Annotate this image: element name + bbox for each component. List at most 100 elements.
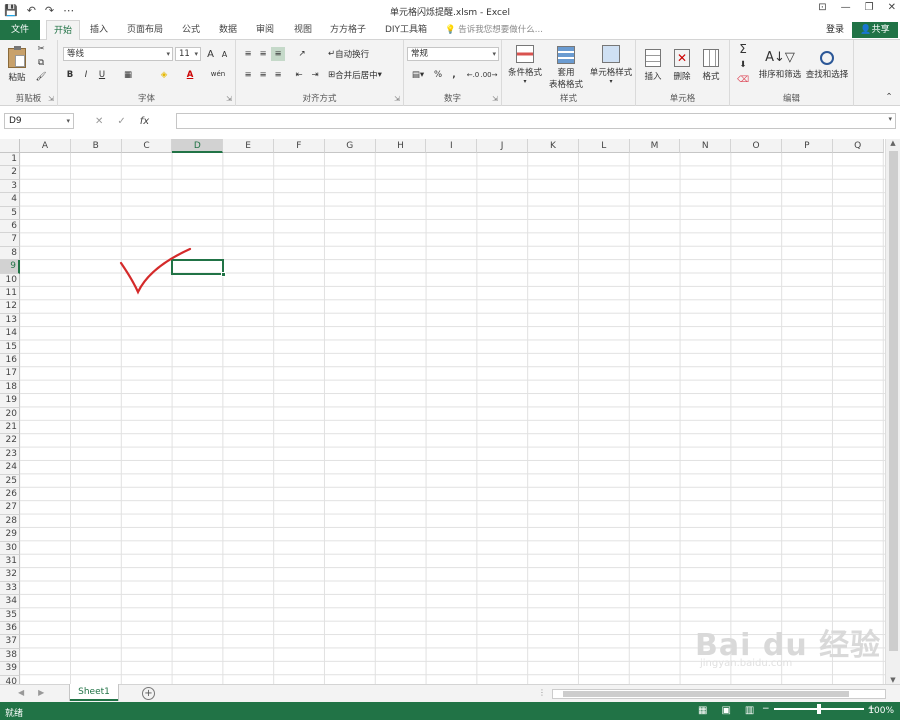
group-styles: 条件格式 ▾ 套用 表格格式 单元格样式 ▾ 样式 [502,40,636,106]
sign-in-link[interactable]: 登录 [826,20,844,40]
tab-home[interactable]: 开始 [46,20,80,41]
tab-review[interactable]: 审阅 [250,20,280,40]
zoom-percent[interactable]: 100% [868,706,894,716]
check-mark-drawing [119,247,192,295]
clipboard-icon [8,45,26,68]
tab-data[interactable]: 数据 [213,20,243,40]
phonetic-guide-button[interactable]: wén [208,66,228,82]
watermark-url: jingyan.baidu.com [700,658,793,669]
fill-color-icon[interactable]: ◈ [154,68,174,82]
share-button[interactable]: 👤共享 [852,22,898,38]
dialog-launcher-icon[interactable]: ⇲ [226,95,232,103]
tab-fangfang[interactable]: 方方格子 [325,20,371,40]
decrease-decimal-icon[interactable]: .00→ [481,68,498,82]
group-label-font: 字体 [137,94,155,104]
percent-button[interactable]: % [431,68,445,82]
sheet-tab[interactable]: Sheet1 [70,684,118,701]
top-align-icon[interactable]: ≡ [241,47,255,61]
comma-button[interactable]: , [447,68,461,82]
add-sheet-icon[interactable]: + [142,687,155,700]
page-break-view-icon[interactable]: ▥ [745,705,754,716]
cell-styles-button[interactable]: 单元格样式 ▾ [588,43,634,87]
decrease-indent-icon[interactable]: ⇤ [292,68,306,82]
delete-cells-button[interactable]: ✕ 删除 [668,43,696,87]
dialog-launcher-icon[interactable]: ⇲ [48,95,54,103]
normal-view-icon[interactable]: ▦ [698,705,707,716]
wrap-text-button[interactable]: ↵ 自动换行 [328,46,398,62]
font-name-select[interactable]: 等线 ▾ [63,47,173,61]
align-center-icon[interactable]: ≡ [256,68,270,82]
group-label-styles: 样式 [559,94,577,104]
clear-icon[interactable]: ⌫ [734,73,752,87]
tell-me-box[interactable]: 💡 告诉我您想要做什么... [445,20,543,40]
tab-diy-toolbox[interactable]: DIY工具箱 [381,20,431,40]
align-right-icon[interactable]: ≡ [271,68,285,82]
dialog-launcher-icon[interactable]: ⇲ [492,95,498,103]
vertical-scrollbar[interactable]: ▲ ▼ [885,139,900,684]
cell-styles-icon [602,45,620,63]
page-layout-view-icon[interactable]: ▣ [721,705,730,716]
enter-icon[interactable]: ✓ [117,116,125,127]
group-font: 等线 ▾ 11 ▾ A A B I U ▦ ◈ A wén 字体 ⇲ [58,40,236,106]
autosum-button[interactable]: Σ [734,42,752,56]
fill-icon[interactable]: ⬇ [734,58,752,72]
format-cells-button[interactable]: 格式 [697,43,725,87]
hscroll-thumb[interactable] [563,691,849,697]
lightbulb-icon: 💡 [445,25,459,35]
merge-center-button[interactable]: ⊞ 合并后居中 ▾ [328,67,398,83]
insert-cells-button[interactable]: 插入 [639,43,667,87]
tab-insert[interactable]: 插入 [84,20,114,40]
border-icon[interactable]: ▦ [118,68,138,82]
format-as-table-button[interactable]: 套用 表格格式 [546,43,586,93]
tab-file[interactable]: 文件 [0,20,40,40]
bold-button[interactable]: B [64,68,76,82]
minimize-icon[interactable]: — [841,2,851,13]
scroll-up-icon[interactable]: ▲ [886,139,900,147]
tab-formulas[interactable]: 公式 [176,20,206,40]
ribbon-display-options-icon[interactable]: ⊡ [818,2,826,13]
name-box[interactable]: D9 ▾ [4,113,74,129]
formula-input[interactable]: ▾ [176,113,896,129]
increase-decimal-icon[interactable]: ←.0 [466,68,480,82]
zoom-knob[interactable] [816,704,821,714]
find-select-button[interactable]: 查找和选择 [804,43,850,87]
currency-icon[interactable]: ▤▾ [407,68,429,82]
sort-filter-button[interactable]: A↓▽ 排序和筛选 [758,43,802,87]
restore-icon[interactable]: ❐ [865,2,874,13]
number-format-select[interactable]: 常规 ▾ [407,47,499,61]
format-painter-icon[interactable]: 🖌 [34,71,48,83]
tab-page-layout[interactable]: 页面布局 [122,20,168,40]
split-handle-icon[interactable]: ⋮ [538,688,546,697]
zoom-out-icon[interactable]: − [762,704,770,714]
paste-button[interactable]: 粘贴 [4,44,30,86]
tab-view[interactable]: 视图 [288,20,318,40]
scroll-down-icon[interactable]: ▼ [886,676,900,684]
zoom-slider[interactable] [773,704,864,714]
close-icon[interactable]: ✕ [888,2,896,13]
cut-icon[interactable]: ✂ [34,43,48,55]
font-size-select[interactable]: 11 ▾ [175,47,201,61]
italic-button[interactable]: I [80,68,92,82]
middle-align-icon[interactable]: ≡ [256,47,270,61]
conditional-format-button[interactable]: 条件格式 ▾ [505,43,545,87]
insert-function-icon[interactable]: fx [140,116,149,127]
next-sheet-icon[interactable]: ▶ [38,688,44,697]
increase-indent-icon[interactable]: ⇥ [308,68,322,82]
delete-cells-icon: ✕ [674,48,690,67]
cancel-icon[interactable]: ✕ [95,116,103,127]
sort-filter-icon: A↓▽ [765,50,795,65]
align-left-icon[interactable]: ≡ [241,68,255,82]
underline-button[interactable]: U [96,68,108,82]
copy-icon[interactable]: ⧉ [34,57,48,69]
font-color-icon[interactable]: A [180,68,200,82]
bottom-align-icon[interactable]: ≡ [271,47,285,61]
collapse-ribbon-icon[interactable]: ⌃ [883,92,895,102]
grow-font-button[interactable]: A [204,47,217,61]
orientation-icon[interactable]: ↗ [292,47,312,61]
shrink-font-button[interactable]: A [218,47,231,61]
horizontal-scrollbar[interactable] [552,689,886,699]
dialog-launcher-icon[interactable]: ⇲ [394,95,400,103]
scroll-thumb[interactable] [889,151,898,651]
format-cells-icon [703,48,719,67]
prev-sheet-icon[interactable]: ◀ [18,688,24,697]
